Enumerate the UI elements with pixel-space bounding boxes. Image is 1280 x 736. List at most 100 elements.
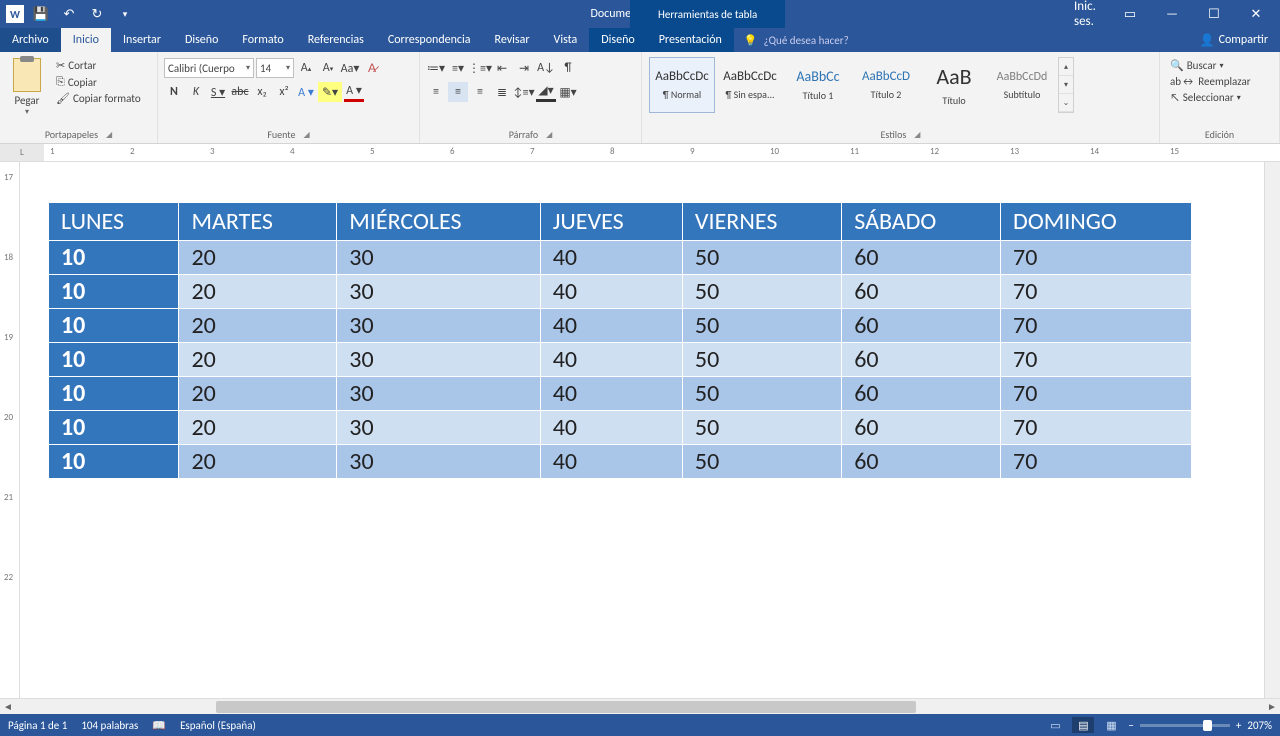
table-cell[interactable]: 20 [179, 377, 337, 411]
scroll-right-arrow[interactable]: ► [1264, 700, 1280, 713]
table-cell[interactable]: 30 [337, 411, 540, 445]
table-cell[interactable]: 70 [1001, 343, 1192, 377]
table-cell[interactable]: 10 [49, 343, 179, 377]
table-cell[interactable]: 60 [842, 445, 1001, 479]
table-cell[interactable]: 40 [540, 411, 682, 445]
change-case-button[interactable]: Aa▾ [340, 58, 360, 78]
borders-button[interactable]: ▦▾ [558, 82, 578, 102]
justify-button[interactable]: ≣ [492, 82, 512, 102]
save-icon[interactable]: 💾 [30, 3, 52, 25]
style-item-2[interactable]: AaBbCcTítulo 1 [785, 57, 851, 113]
line-spacing-button[interactable]: ↕≡▾ [514, 82, 534, 102]
horizontal-scrollbar[interactable]: ◄ ► [0, 698, 1280, 714]
text-effects-button[interactable]: A ▾ [296, 82, 316, 102]
table-cell[interactable]: 20 [179, 411, 337, 445]
table-cell[interactable]: 20 [179, 343, 337, 377]
table-cell[interactable]: 40 [540, 275, 682, 309]
minimize-icon[interactable]: — [1152, 0, 1192, 28]
table-header-cell[interactable]: JUEVES [540, 203, 682, 241]
align-left-button[interactable]: ≡ [426, 82, 446, 102]
table-cell[interactable]: 40 [540, 445, 682, 479]
bold-button[interactable]: N [164, 82, 184, 102]
sign-in-link[interactable]: Inic. ses. [1068, 0, 1108, 28]
table-cell[interactable]: 60 [842, 343, 1001, 377]
clipboard-dialog-launcher[interactable]: ◢ [106, 130, 112, 140]
italic-button[interactable]: K [186, 82, 206, 102]
decrease-indent-button[interactable]: ⇤ [492, 58, 512, 78]
table-cell[interactable]: 10 [49, 411, 179, 445]
table-cell[interactable]: 30 [337, 445, 540, 479]
table-cell[interactable]: 60 [842, 309, 1001, 343]
maximize-icon[interactable]: ☐ [1194, 0, 1234, 28]
vertical-scrollbar[interactable] [1264, 162, 1280, 698]
table-cell[interactable]: 30 [337, 241, 540, 275]
table-cell[interactable]: 20 [179, 275, 337, 309]
sort-button[interactable]: A↓ [536, 58, 556, 78]
table-cell[interactable]: 70 [1001, 309, 1192, 343]
table-cell[interactable]: 60 [842, 241, 1001, 275]
word-count[interactable]: 104 palabras [81, 719, 138, 732]
tab-inicio[interactable]: Inicio [61, 28, 111, 52]
share-button[interactable]: 👤Compartir [1188, 28, 1280, 52]
table-cell[interactable]: 50 [682, 309, 841, 343]
scroll-left-arrow[interactable]: ◄ [0, 700, 16, 713]
tab-table-diseno[interactable]: Diseño [589, 28, 646, 52]
align-right-button[interactable]: ≡ [470, 82, 490, 102]
font-family-combo[interactable]: Calibri (Cuerpo▾ [164, 58, 254, 78]
proofing-icon[interactable]: 📖 [152, 719, 166, 732]
table-cell[interactable]: 70 [1001, 411, 1192, 445]
paragraph-dialog-launcher[interactable]: ◢ [546, 130, 552, 140]
document-table[interactable]: LUNESMARTESMIÉRCOLESJUEVESVIERNESSÁBADOD… [48, 202, 1192, 479]
tab-diseno[interactable]: Diseño [173, 28, 230, 52]
language-indicator[interactable]: Español (España) [180, 719, 256, 732]
subscript-button[interactable]: x₂ [252, 82, 272, 102]
scroll-thumb[interactable] [216, 701, 916, 713]
shrink-font-button[interactable]: A▾ [318, 58, 338, 78]
numbering-button[interactable]: ≡▾ [448, 58, 468, 78]
styles-dialog-launcher[interactable]: ◢ [914, 130, 920, 140]
table-header-cell[interactable]: VIERNES [682, 203, 841, 241]
table-cell[interactable]: 70 [1001, 241, 1192, 275]
tab-formato[interactable]: Formato [230, 28, 295, 52]
close-icon[interactable]: ✕ [1236, 0, 1276, 28]
document-area[interactable]: LUNESMARTESMIÉRCOLESJUEVESVIERNESSÁBADOD… [20, 162, 1264, 698]
page-indicator[interactable]: Página 1 de 1 [8, 719, 67, 732]
table-cell[interactable]: 70 [1001, 275, 1192, 309]
table-cell[interactable]: 10 [49, 445, 179, 479]
table-cell[interactable]: 20 [179, 309, 337, 343]
table-header-cell[interactable]: LUNES [49, 203, 179, 241]
table-cell[interactable]: 40 [540, 343, 682, 377]
replace-button[interactable]: ab↔Reemplazar [1166, 74, 1255, 89]
tab-correspondencia[interactable]: Correspondencia [376, 28, 483, 52]
table-cell[interactable]: 30 [337, 343, 540, 377]
table-cell[interactable]: 30 [337, 377, 540, 411]
font-size-combo[interactable]: 14▾ [256, 58, 294, 78]
table-header-cell[interactable]: SÁBADO [842, 203, 1001, 241]
tell-me-box[interactable]: 💡¿Qué desea hacer? [734, 28, 859, 52]
zoom-level[interactable]: 207% [1247, 719, 1272, 732]
paste-button[interactable]: Pegar ▾ [6, 56, 48, 119]
font-color-button[interactable]: A ▾ [344, 82, 364, 102]
table-cell[interactable]: 70 [1001, 377, 1192, 411]
zoom-out-button[interactable]: − [1128, 719, 1133, 732]
shading-button[interactable]: ◢▾ [536, 82, 556, 102]
table-cell[interactable]: 60 [842, 411, 1001, 445]
zoom-in-button[interactable]: + [1236, 719, 1241, 732]
table-cell[interactable]: 20 [179, 445, 337, 479]
multilevel-button[interactable]: ⋮≡▾ [470, 58, 490, 78]
table-cell[interactable]: 50 [682, 445, 841, 479]
table-cell[interactable]: 50 [682, 377, 841, 411]
table-cell[interactable]: 60 [842, 275, 1001, 309]
table-cell[interactable]: 10 [49, 309, 179, 343]
style-item-5[interactable]: AaBbCcDdSubtítulo [989, 57, 1055, 113]
style-item-4[interactable]: AaBTítulo [921, 57, 987, 113]
style-item-3[interactable]: AaBbCcDTítulo 2 [853, 57, 919, 113]
table-cell[interactable]: 30 [337, 275, 540, 309]
clear-format-button[interactable]: A̷ [362, 58, 382, 78]
tab-archivo[interactable]: Archivo [0, 28, 61, 52]
table-cell[interactable]: 10 [49, 377, 179, 411]
zoom-slider[interactable] [1140, 724, 1230, 727]
qat-more-icon[interactable]: ▾ [114, 3, 136, 25]
table-cell[interactable]: 60 [842, 377, 1001, 411]
read-mode-button[interactable]: ▭ [1044, 717, 1066, 733]
